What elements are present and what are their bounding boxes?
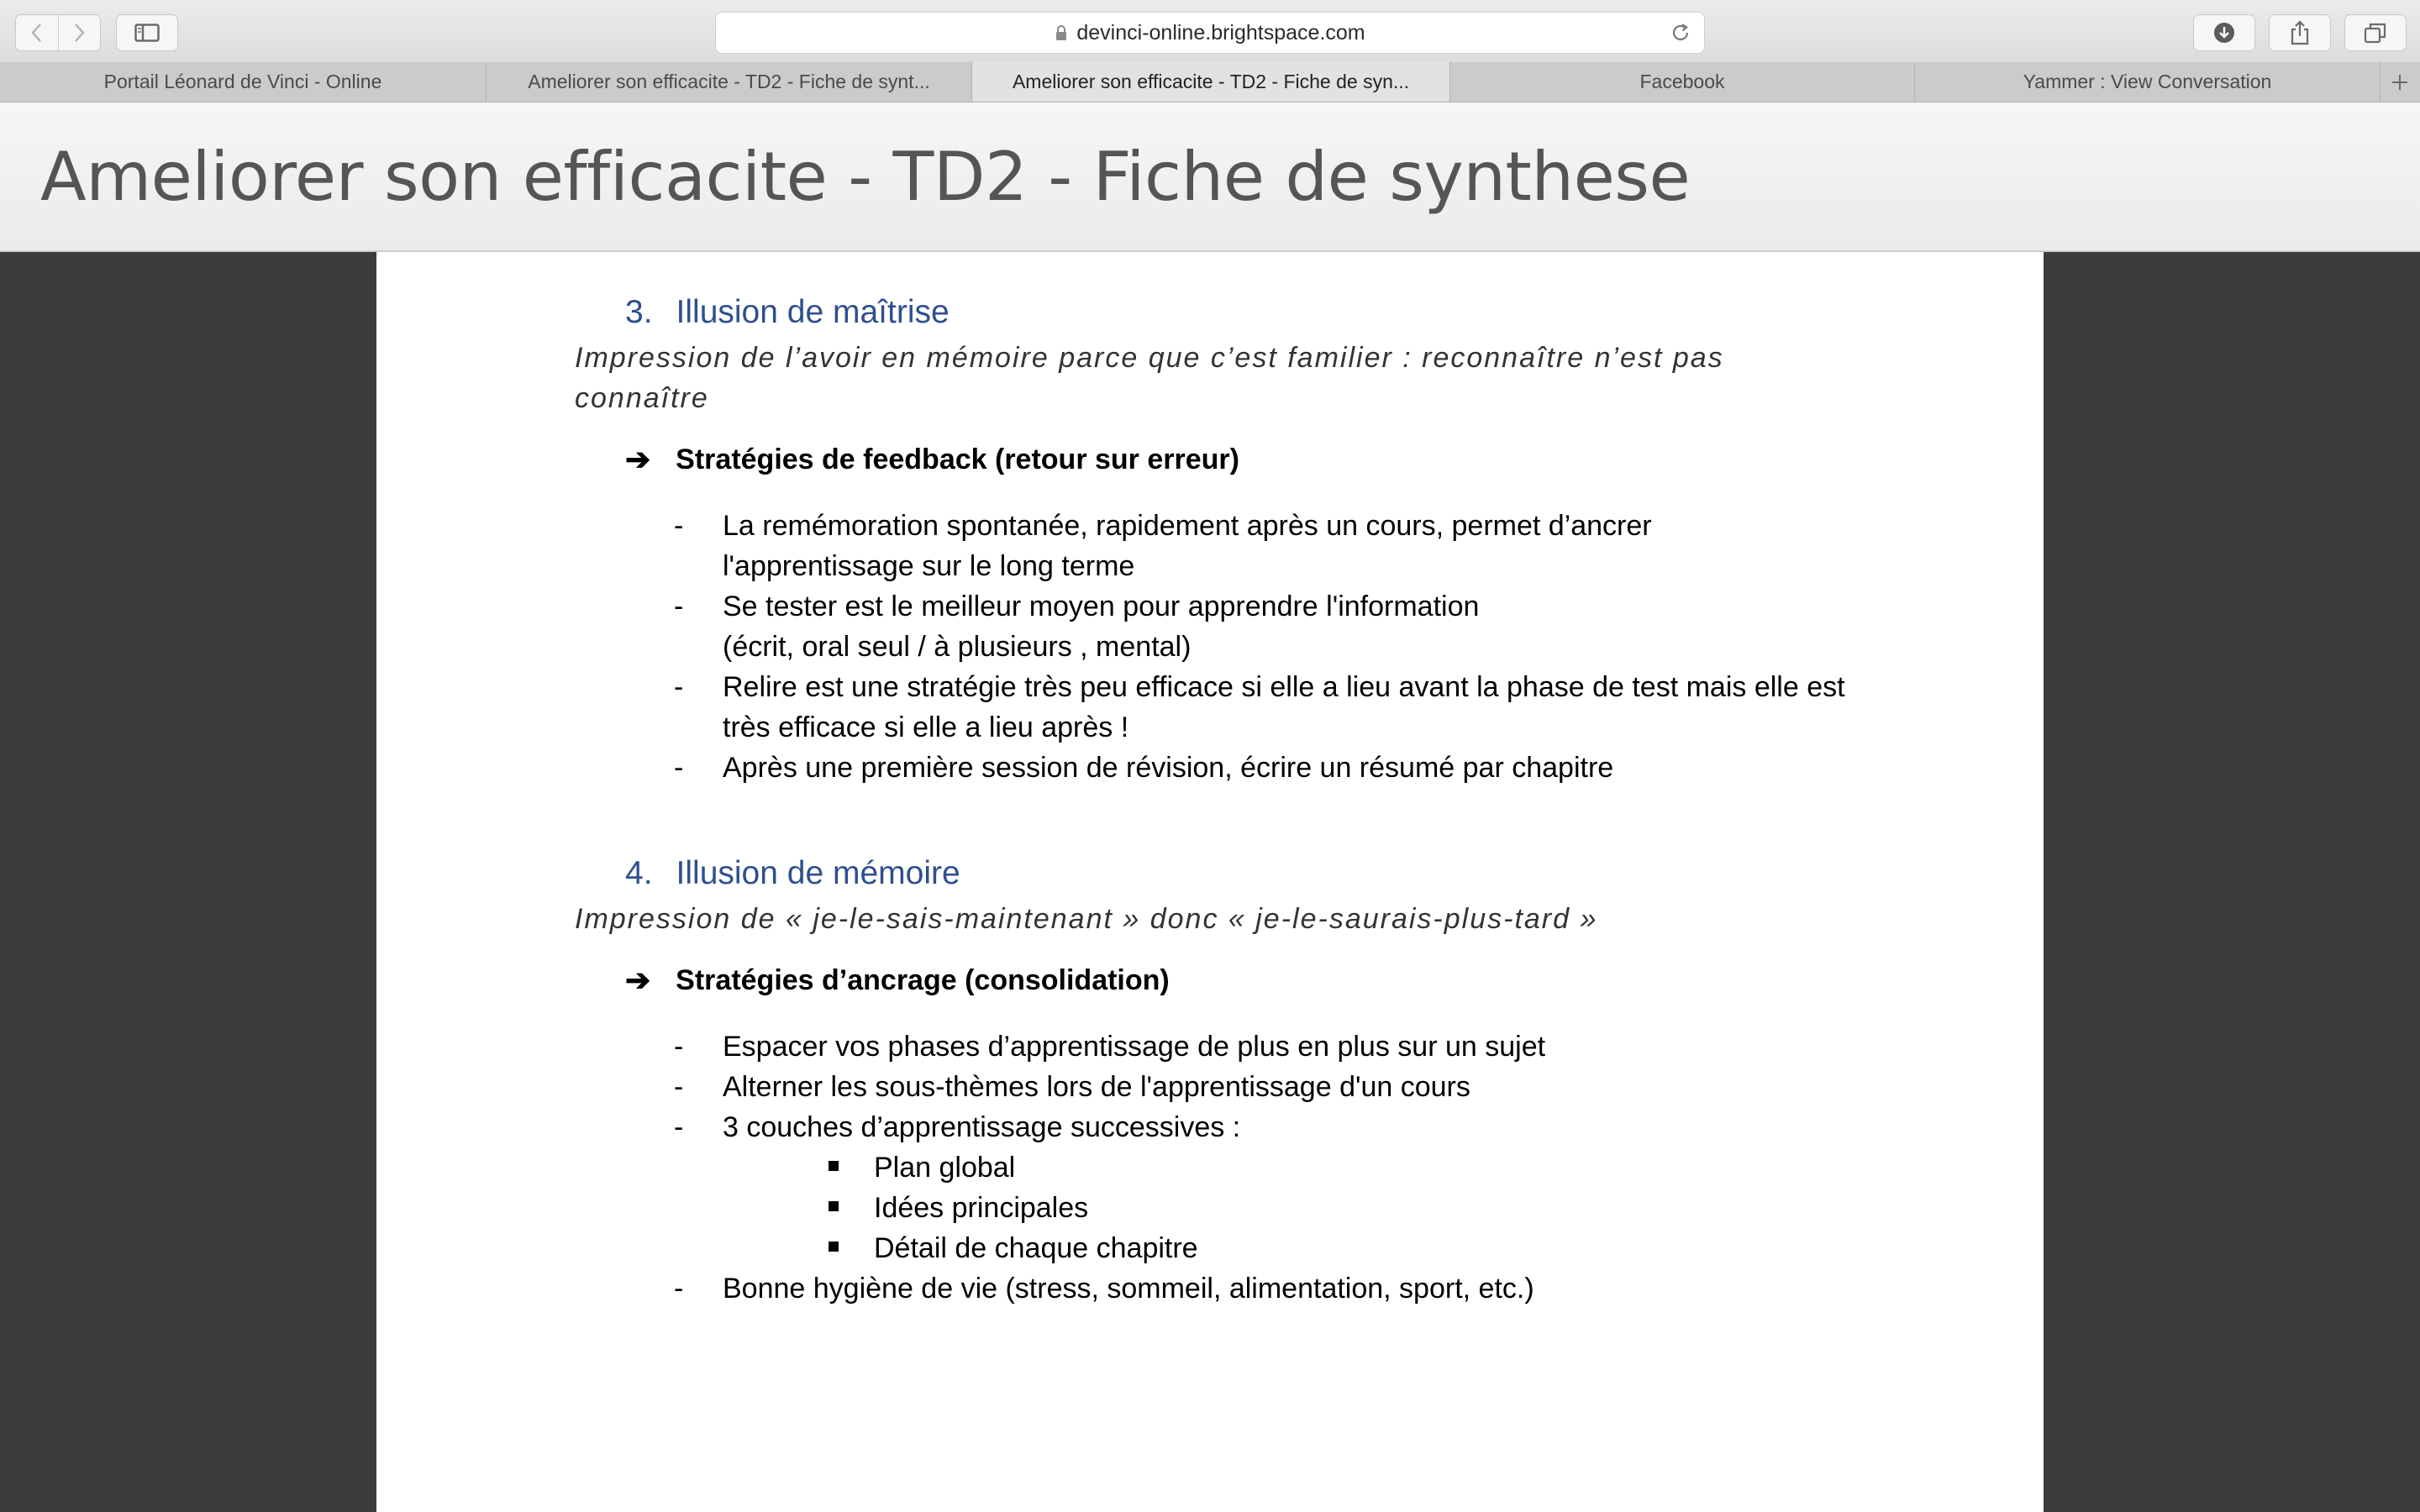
tab-fiche-synthese-active[interactable]: Ameliorer son efficacite - TD2 - Fiche d… (972, 62, 1450, 102)
bullet-text: Espacer vos phases d’apprentissage de pl… (723, 1031, 1546, 1063)
tab-facebook[interactable]: Facebook (1450, 62, 1915, 102)
tab-bar: Portail Léonard de Vinci - Online Amelio… (0, 62, 2420, 102)
sub-bullet-text: Plan global (874, 1152, 1016, 1184)
bullet-text: Après une première session de révision, … (723, 752, 1614, 784)
bullet-dash: - (674, 1273, 684, 1305)
tab-label: Portail Léonard de Vinci - Online (103, 71, 382, 92)
list-item: - Après une première session de révision… (674, 748, 1934, 788)
address-bar[interactable]: devinci-online.brightspace.com (715, 12, 1705, 54)
strategy-label: Stratégies d’ancrage (consolidation) (676, 963, 1170, 996)
document-page: 3. Illusion de maîtrise Impression de l’… (376, 252, 2044, 1512)
bullet-dash: - (674, 1071, 684, 1103)
section-title: Illusion de maîtrise (676, 294, 950, 330)
list-item: - Bonne hygiène de vie (stress, sommeil,… (674, 1268, 1934, 1309)
tab-label: Yammer : View Conversation (2023, 71, 2272, 92)
section-3-subtitle: Impression de l’avoir en mémoire parce q… (575, 338, 1724, 418)
bullet-text: 3 couches d’apprentissage successives : (723, 1111, 1241, 1143)
square-bullet-icon (829, 1242, 839, 1252)
bullet-text: (écrit, oral seul / à plusieurs , mental… (723, 631, 1192, 663)
bullet-text: l'apprentissage sur le long terme (723, 550, 1135, 582)
subtitle-line: connaître (575, 382, 709, 414)
tab-yammer[interactable]: Yammer : View Conversation (1915, 62, 2381, 102)
section-4-strategy: ➔ Stratégies d’ancrage (consolidation) (625, 963, 1170, 998)
list-item: - Se tester est le meilleur moyen pour a… (674, 586, 1934, 667)
sub-list-item: Idées principales (829, 1188, 1669, 1228)
section-4-heading: 4. Illusion de mémoire (625, 855, 960, 892)
reload-icon[interactable] (1669, 21, 1692, 45)
list-item: - 3 couches d’apprentissage successives … (674, 1107, 1934, 1147)
share-button[interactable] (2269, 14, 2331, 51)
tab-portail[interactable]: Portail Léonard de Vinci - Online (0, 62, 487, 102)
section-3-strategy: ➔ Stratégies de feedback (retour sur err… (625, 442, 1239, 477)
navigation-buttons (15, 14, 101, 51)
page-title: Ameliorer son efficacite - TD2 - Fiche d… (40, 138, 1691, 216)
bullet-dash: - (674, 1031, 684, 1063)
url-text: devinci-online.brightspace.com (1076, 20, 1365, 45)
section-4-subtitle: Impression de « je-le-sais-maintenant » … (575, 899, 1597, 939)
section-number: 3. (625, 294, 653, 330)
tab-label: Facebook (1639, 71, 1725, 92)
square-bullet-icon (829, 1161, 839, 1171)
bullet-dash: - (674, 510, 684, 542)
share-icon (2291, 20, 2309, 45)
section-title: Illusion de mémoire (676, 855, 960, 891)
downloads-button[interactable] (2193, 14, 2255, 51)
list-item: - Alterner les sous-thèmes lors de l'app… (674, 1067, 1934, 1107)
bullet-dash: - (674, 1111, 684, 1143)
back-button[interactable] (16, 15, 59, 50)
sub-bullet-text: Détail de chaque chapitre (874, 1232, 1198, 1264)
bullet-text: Relire est une stratégie très peu effica… (723, 671, 1845, 703)
section-3-heading: 3. Illusion de maîtrise (625, 294, 950, 331)
subtitle-line: Impression de l’avoir en mémoire parce q… (575, 342, 1724, 374)
page-header: Ameliorer son efficacite - TD2 - Fiche d… (0, 102, 2420, 252)
bullet-dash: - (674, 752, 684, 784)
sub-list-item: Plan global (829, 1147, 1669, 1188)
sidebar-icon (134, 24, 160, 42)
list-item: - Relire est une stratégie très peu effi… (674, 667, 1934, 748)
tab-fiche-synthese-1[interactable]: Ameliorer son efficacite - TD2 - Fiche d… (487, 62, 972, 102)
strategy-label: Stratégies de feedback (retour sur erreu… (676, 443, 1239, 475)
address-bar-content: devinci-online.brightspace.com (716, 13, 1704, 53)
subtitle-line: Impression de « je-le-sais-maintenant » … (575, 903, 1598, 935)
plus-icon (2392, 74, 2407, 90)
tab-label: Ameliorer son efficacite - TD2 - Fiche d… (1012, 71, 1410, 92)
chevron-right-icon (75, 24, 85, 42)
sub-bullet-text: Idées principales (874, 1192, 1089, 1224)
browser-toolbar: devinci-online.brightspace.com (0, 0, 2420, 63)
list-item: - La remémoration spontanée, rapidement … (674, 506, 1934, 586)
sidebar-toggle-button[interactable] (116, 14, 178, 51)
arrow-icon: ➔ (625, 963, 651, 997)
bullet-text: Se tester est le meilleur moyen pour app… (723, 591, 1480, 622)
bullet-text: très efficace si elle a lieu après ! (723, 711, 1129, 743)
bullet-text: La remémoration spontanée, rapidement ap… (723, 510, 1652, 542)
bullet-dash: - (674, 671, 684, 703)
tab-label: Ameliorer son efficacite - TD2 - Fiche d… (528, 71, 930, 92)
sub-list-item: Détail de chaque chapitre (829, 1228, 1669, 1268)
chevron-left-icon (31, 24, 41, 42)
list-item: - Espacer vos phases d’apprentissage de … (674, 1026, 1934, 1067)
new-tab-button[interactable] (2380, 62, 2420, 102)
tabs-overview-icon (2364, 23, 2386, 44)
bullet-dash: - (674, 591, 684, 622)
lock-icon (1056, 25, 1067, 40)
arrow-icon: ➔ (625, 442, 651, 476)
forward-button[interactable] (58, 15, 100, 50)
section-number: 4. (625, 855, 653, 891)
bullet-text: Alterner les sous-thèmes lors de l'appre… (723, 1071, 1470, 1103)
square-bullet-icon (829, 1201, 839, 1211)
download-icon (2214, 23, 2234, 43)
document-viewer[interactable]: 3. Illusion de maîtrise Impression de l’… (0, 252, 2420, 1512)
bullet-text: Bonne hygiène de vie (stress, sommeil, a… (723, 1273, 1534, 1305)
tab-overview-button[interactable] (2344, 14, 2407, 51)
